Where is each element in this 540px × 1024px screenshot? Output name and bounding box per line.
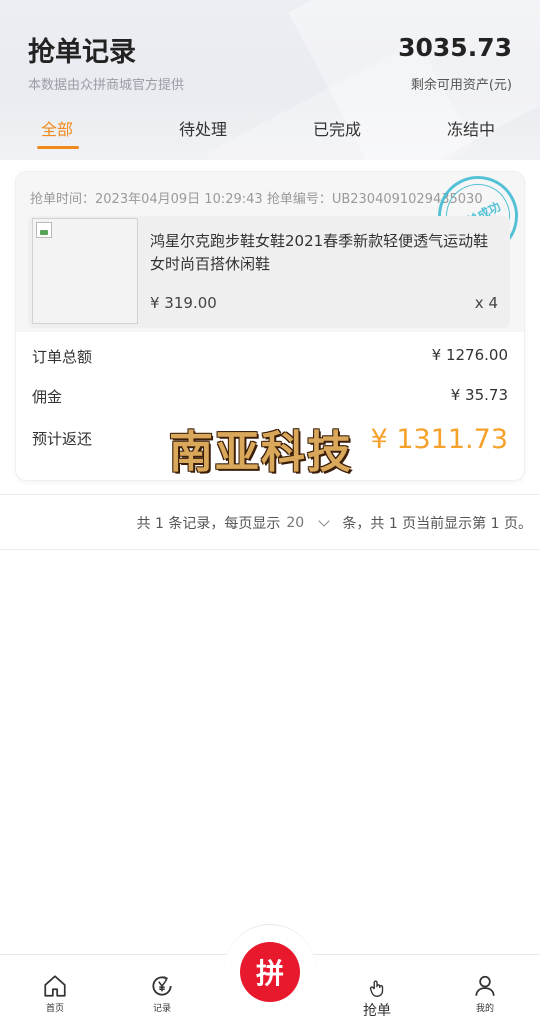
home-icon [44,975,66,997]
expected-return-value: ¥ 1311.73 [370,424,508,455]
status-tabs: 全部 待处理 已完成 冻结中 [0,110,540,156]
balance-amount: 3035.73 [398,33,512,62]
balance-label: 剩余可用资产(元) [410,78,512,93]
tab-all[interactable]: 全部 [41,116,73,140]
nav-mine-label: 我的 [475,1004,494,1014]
hand-tap-icon [369,980,384,997]
yen-record-icon [152,976,172,996]
page-size-select[interactable]: 20 [286,515,336,531]
chevron-down-icon [318,515,331,527]
nav-home[interactable]: 首页 [15,973,95,1014]
nav-records-label: 记录 [152,1004,171,1014]
pagination: 共 1 条记录，每页显示 20 条，共 1 页当前显示第 1 页。 [137,513,532,533]
user-icon [475,975,495,996]
order-total-value: ¥ 1276.00 [431,346,508,364]
page-title: 抢单记录 [28,37,136,68]
center-pin-button[interactable]: 拼 [240,942,300,1002]
tab-pending[interactable]: 待处理 [179,116,227,140]
tab-completed[interactable]: 已完成 [313,116,361,140]
page-size-value: 20 [286,515,305,531]
product-quantity: x 4 [474,294,498,312]
nav-home-label: 首页 [45,1004,64,1014]
order-total-label: 订单总额 [32,348,93,366]
commission-value: ¥ 35.73 [450,386,508,404]
expected-return-label: 预计返还 [32,430,93,448]
nav-grab-label: 抢单 [363,1003,391,1019]
broken-image-icon [36,222,52,238]
active-tab-indicator [37,146,79,149]
pagination-suffix: 条，共 1 页当前显示第 1 页。 [342,516,532,532]
nav-mine[interactable]: 我的 [445,973,525,1014]
product-image [32,218,138,324]
order-meta: 抢单时间：2023年04月09日 10:29:43 抢单编号：UB2304091… [30,192,483,207]
nav-records[interactable]: 记录 [122,973,202,1014]
pagination-bar: 共 1 条记录，每页显示 20 条，共 1 页当前显示第 1 页。 [0,494,540,550]
pagination-prefix: 共 1 条记录，每页显示 [136,516,281,532]
product-price: ¥ 319.00 [150,294,217,312]
tab-frozen[interactable]: 冻结中 [447,116,495,140]
product-box[interactable]: 鸿星尔克跑步鞋女鞋2021春季新款轻便透气运动鞋女时尚百搭休闲鞋 ¥ 319.0… [28,216,510,328]
page-subtitle: 本数据由众拼商城官方提供 [28,78,185,93]
header: 抢单记录 本数据由众拼商城官方提供 3035.73 剩余可用资产(元) 全部 待… [0,0,540,160]
commission-label: 佣金 [32,388,63,406]
watermark-logo: 南亚科技 [169,427,353,478]
product-name: 鸿星尔克跑步鞋女鞋2021春季新款轻便透气运动鞋女时尚百搭休闲鞋 [150,232,489,273]
nav-grab[interactable]: 抢单 [337,977,417,1020]
